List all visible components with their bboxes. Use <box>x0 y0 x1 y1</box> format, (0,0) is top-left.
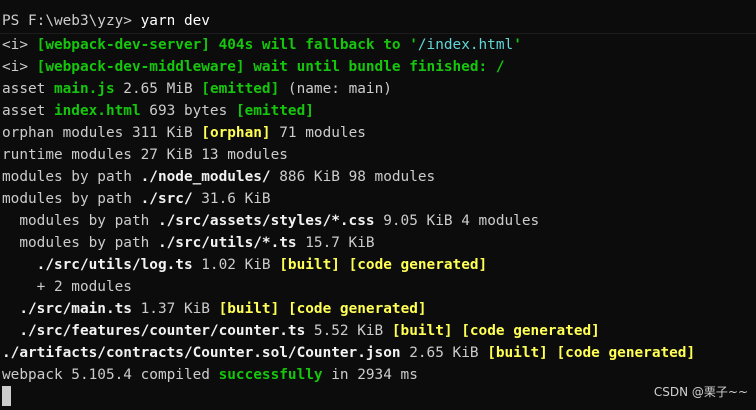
output-segment: 15.7 KiB <box>296 235 375 251</box>
output-segment: modules by path <box>2 169 141 185</box>
output-segment: ./src/features/counter/counter.ts <box>2 323 306 339</box>
output-segment: [webpack-dev-server] 404s will fallback … <box>36 37 418 53</box>
output-segment: 31.6 KiB <box>192 191 271 207</box>
output-segment: [built] <box>279 257 340 273</box>
output-line: runtime modules 27 KiB 13 modules <box>2 144 754 166</box>
output-segment: 693 bytes <box>140 103 236 119</box>
output-segment: webpack 5.105.4 compiled <box>2 367 219 383</box>
output-segment: index.html <box>53 103 141 119</box>
output-line: modules by path ./node_modules/ 886 KiB … <box>2 166 754 188</box>
output-segment <box>279 301 288 317</box>
text-cursor[interactable] <box>2 386 11 406</box>
output-segment: + 2 modules <box>2 279 132 295</box>
output-line: ./src/features/counter/counter.ts 5.52 K… <box>2 320 754 342</box>
output-segment: ./src/utils/log.ts <box>2 257 193 273</box>
output-segment: 2.65 MiB <box>114 81 202 97</box>
output-segment: asset <box>2 81 54 97</box>
output-segment: [built] <box>391 323 453 339</box>
output-segment: [emitted] <box>201 81 280 97</box>
output-segment: orphan modules 311 KiB <box>2 125 202 141</box>
output-segment <box>340 257 349 273</box>
output-segment: modules by path <box>2 191 141 207</box>
output-segment: <i> <box>2 59 37 75</box>
output-segment: modules by path <box>2 213 158 229</box>
output-segment: [orphan] <box>201 125 271 141</box>
output-line: ./src/main.ts 1.37 KiB [built] [code gen… <box>2 298 754 320</box>
output-segment: 9.05 KiB 4 modules <box>374 213 540 229</box>
output-line: modules by path ./src/utils/*.ts 15.7 Ki… <box>2 232 754 254</box>
output-line: asset index.html 693 bytes [emitted] <box>2 100 754 122</box>
output-segment: [code generated] <box>348 257 488 273</box>
terminal-window[interactable]: PS F:\web3\yzy> yarn dev <i> [webpack-de… <box>0 0 756 410</box>
output-line: <i> [webpack-dev-server] 404s will fallb… <box>2 34 754 56</box>
output-line: orphan modules 311 KiB [orphan] 71 modul… <box>2 122 754 144</box>
output-segment: modules by path <box>2 235 158 251</box>
output-segment: ./src/assets/styles/*.css <box>157 213 375 229</box>
prompt-path: PS F:\web3\yzy> <box>2 13 132 29</box>
output-segment: ' <box>513 37 522 53</box>
output-segment: 1.37 KiB <box>131 301 219 317</box>
watermark: CSDN @栗子~~ <box>653 385 748 399</box>
output-segment: [code generated] <box>287 301 427 317</box>
output-segment: ./node_modules/ <box>140 169 271 185</box>
output-line: asset main.js 2.65 MiB [emitted] (name: … <box>2 78 754 100</box>
output-segment: [built] <box>487 345 548 361</box>
output-segment: successfully <box>218 367 323 383</box>
output-segment: 886 KiB 98 modules <box>270 169 436 185</box>
output-line: webpack 5.105.4 compiled successfully in… <box>2 364 754 386</box>
output-segment: [emitted] <box>235 103 314 119</box>
output-segment: /index.html <box>417 37 514 53</box>
output-segment: main.js <box>53 81 115 97</box>
output-segment: [built] <box>218 301 280 317</box>
output-segment: runtime modules 27 KiB 13 modules <box>2 147 288 163</box>
output-segment: [code generated] <box>556 345 696 361</box>
output-segment: [code generated] <box>461 323 600 339</box>
output-segment: <i> <box>2 37 37 53</box>
output-segment: asset <box>2 103 54 119</box>
prompt-command: yarn dev <box>140 13 210 29</box>
output-segment: ./src/ <box>140 191 193 207</box>
output-line: <i> [webpack-dev-middleware] wait until … <box>2 56 754 78</box>
output-segment: 71 modules <box>270 125 366 141</box>
output-segment <box>548 345 557 361</box>
output-segment: in 2934 ms <box>322 367 418 383</box>
output-line: ./src/utils/log.ts 1.02 KiB [built] [cod… <box>2 254 754 276</box>
output-segment: ./src/main.ts <box>2 301 132 317</box>
output-segment: (name: main) <box>279 81 392 97</box>
prompt-line: PS F:\web3\yzy> yarn dev <box>2 10 210 32</box>
output-line: ./artifacts/contracts/Counter.sol/Counte… <box>2 342 754 364</box>
output-segment: [webpack-dev-middleware] wait until bund… <box>36 59 505 75</box>
output-segment: 1.02 KiB <box>192 257 280 273</box>
output-line: + 2 modules <box>2 276 754 298</box>
output-line: modules by path ./src/ 31.6 KiB <box>2 188 754 210</box>
output-segment: ./src/utils/*.ts <box>157 235 297 251</box>
output-segment: 2.65 KiB <box>400 345 488 361</box>
output-segment: ./artifacts/contracts/Counter.sol/Counte… <box>2 345 401 361</box>
output-segment <box>453 323 462 339</box>
output-segment: 5.52 KiB <box>305 323 392 339</box>
output-line: modules by path ./src/assets/styles/*.cs… <box>2 210 754 232</box>
terminal-output: <i> [webpack-dev-server] 404s will fallb… <box>2 34 754 386</box>
